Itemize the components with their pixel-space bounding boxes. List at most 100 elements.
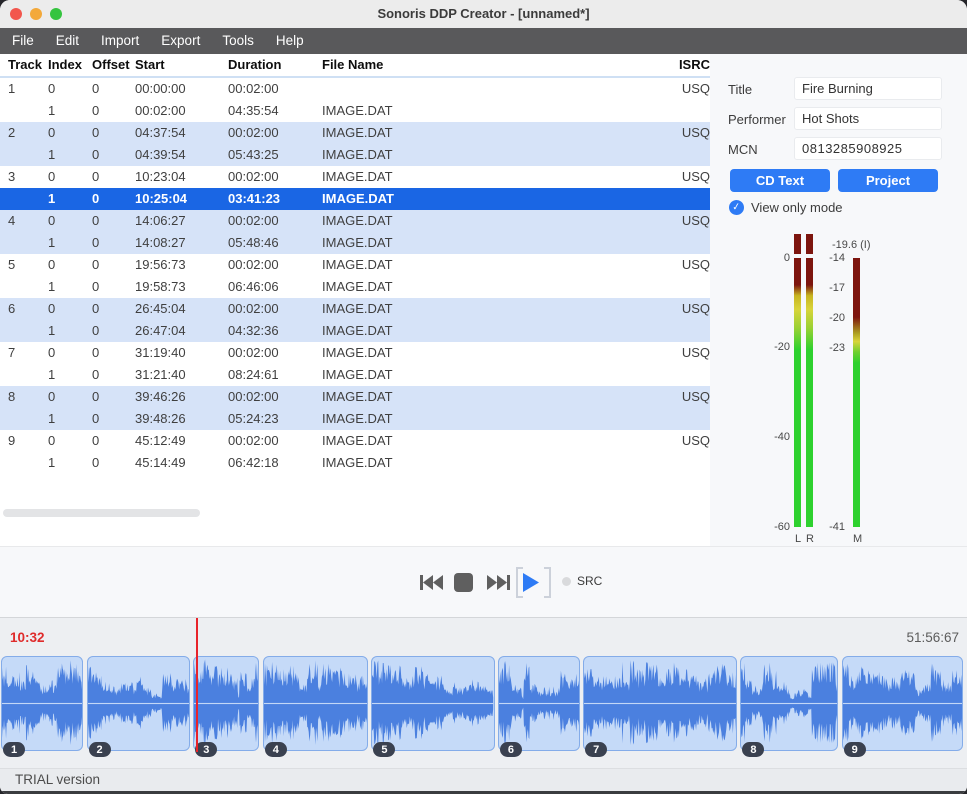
- track-number-badge: 8: [742, 742, 764, 757]
- cell-file: [322, 78, 676, 100]
- menu-tools[interactable]: Tools: [211, 28, 265, 54]
- cell-track: 8: [8, 386, 48, 408]
- cell-isrc: USQ: [676, 254, 710, 276]
- cell-start: 19:56:73: [135, 254, 228, 276]
- waveform-track-4[interactable]: 4: [263, 656, 368, 751]
- cell-isrc: USQ: [676, 298, 710, 320]
- column-header-track[interactable]: Track: [8, 54, 48, 76]
- cell-start: 14:08:27: [135, 232, 228, 254]
- table-row[interactable]: 1031:21:4008:24:61IMAGE.DAT: [0, 364, 710, 386]
- table-row[interactable]: 1000:02:0004:35:54IMAGE.DAT: [0, 100, 710, 122]
- previous-track-button[interactable]: [420, 575, 443, 590]
- cell-isrc: USQ: [676, 430, 710, 452]
- table-row[interactable]: 50019:56:7300:02:00IMAGE.DATUSQ: [0, 254, 710, 276]
- menu-file[interactable]: File: [1, 28, 45, 54]
- table-row[interactable]: 80039:46:2600:02:00IMAGE.DATUSQ: [0, 386, 710, 408]
- cell-track: 3: [8, 166, 48, 188]
- cell-file: IMAGE.DAT: [322, 166, 676, 188]
- playhead-line[interactable]: [196, 618, 198, 752]
- column-header-filename[interactable]: File Name: [322, 54, 676, 76]
- cell-track: 9: [8, 430, 48, 452]
- cell-offset: 0: [92, 254, 135, 276]
- table-row[interactable]: 1014:08:2705:48:46IMAGE.DAT: [0, 232, 710, 254]
- table-row[interactable]: 20004:37:5400:02:00IMAGE.DATUSQ: [0, 122, 710, 144]
- waveform-blocks: 123456789: [0, 618, 967, 768]
- zoom-button[interactable]: [50, 8, 62, 20]
- waveform-track-3[interactable]: 3: [193, 656, 259, 751]
- cell-file: IMAGE.DAT: [322, 364, 676, 386]
- cell-file: IMAGE.DAT: [322, 188, 676, 210]
- column-header-isrc[interactable]: ISRC: [676, 54, 710, 76]
- cell-file: IMAGE.DAT: [322, 144, 676, 166]
- play-button[interactable]: [523, 573, 539, 592]
- clip-indicator-right: [806, 234, 813, 254]
- table-row[interactable]: 40014:06:2700:02:00IMAGE.DATUSQ: [0, 210, 710, 232]
- cell-offset: 0: [92, 122, 135, 144]
- cell-index: 0: [48, 210, 92, 232]
- table-row[interactable]: 1019:58:7306:46:06IMAGE.DAT: [0, 276, 710, 298]
- lr-tick: 0: [760, 252, 790, 264]
- column-header-index[interactable]: Index: [48, 54, 92, 76]
- cell-track: 6: [8, 298, 48, 320]
- horizontal-scrollbar[interactable]: [3, 509, 200, 517]
- cell-offset: 0: [92, 144, 135, 166]
- waveform-track-5[interactable]: 5: [371, 656, 494, 751]
- table-row[interactable]: 60026:45:0400:02:00IMAGE.DATUSQ: [0, 298, 710, 320]
- cell-index: 0: [48, 122, 92, 144]
- cell-file: IMAGE.DAT: [322, 122, 676, 144]
- next-track-button[interactable]: [487, 575, 510, 590]
- table-row[interactable]: 1010:25:0403:41:23IMAGE.DAT: [0, 188, 710, 210]
- cell-isrc: [676, 100, 710, 122]
- menu-export[interactable]: Export: [150, 28, 211, 54]
- waveform-track-2[interactable]: 2: [87, 656, 190, 751]
- status-bar: TRIAL version: [0, 768, 967, 794]
- table-row[interactable]: 1026:47:0404:32:36IMAGE.DAT: [0, 320, 710, 342]
- src-toggle[interactable]: SRC: [562, 574, 602, 588]
- menu-help[interactable]: Help: [265, 28, 315, 54]
- cell-duration: 05:43:25: [228, 144, 322, 166]
- cell-duration: 00:02:00: [228, 122, 322, 144]
- waveform-track-7[interactable]: 7: [583, 656, 737, 751]
- cell-index: 1: [48, 100, 92, 122]
- cell-track: 5: [8, 254, 48, 276]
- column-header-start[interactable]: Start: [135, 54, 228, 76]
- cell-index: 1: [48, 408, 92, 430]
- waveform-track-8[interactable]: 8: [740, 656, 838, 751]
- column-header-offset[interactable]: Offset: [92, 54, 135, 76]
- cell-isrc: [676, 408, 710, 430]
- table-header: Track Index Offset Start Duration File N…: [0, 54, 710, 78]
- table-row[interactable]: 1039:48:2605:24:23IMAGE.DAT: [0, 408, 710, 430]
- cell-index: 0: [48, 298, 92, 320]
- cell-start: 39:46:26: [135, 386, 228, 408]
- track-number-badge: 6: [500, 742, 522, 757]
- window-title: Sonoris DDP Creator - [unnamed*]: [0, 0, 967, 28]
- level-meters: -19.6 (I) 0 -20 -40 -60 -14 -17 -20 -23 …: [710, 54, 967, 546]
- cell-offset: 0: [92, 298, 135, 320]
- column-header-duration[interactable]: Duration: [228, 54, 322, 76]
- cell-file: IMAGE.DAT: [322, 408, 676, 430]
- cell-index: 1: [48, 320, 92, 342]
- minimize-button[interactable]: [30, 8, 42, 20]
- table-row[interactable]: 1004:39:5405:43:25IMAGE.DAT: [0, 144, 710, 166]
- stop-button[interactable]: [454, 573, 473, 592]
- cell-index: 0: [48, 430, 92, 452]
- cell-index: 1: [48, 144, 92, 166]
- table-row[interactable]: 70031:19:4000:02:00IMAGE.DATUSQ: [0, 342, 710, 364]
- close-button[interactable]: [10, 8, 22, 20]
- table-row[interactable]: 90045:12:4900:02:00IMAGE.DATUSQ: [0, 430, 710, 452]
- cell-index: 1: [48, 452, 92, 474]
- table-row[interactable]: 10000:00:0000:02:00USQ: [0, 78, 710, 100]
- waveform-track-1[interactable]: 1: [1, 656, 83, 751]
- app-window: Sonoris DDP Creator - [unnamed*] FileEdi…: [0, 0, 967, 794]
- table-row[interactable]: 30010:23:0400:02:00IMAGE.DATUSQ: [0, 166, 710, 188]
- cell-start: 26:45:04: [135, 298, 228, 320]
- menu-edit[interactable]: Edit: [45, 28, 90, 54]
- waveform-track-6[interactable]: 6: [498, 656, 580, 751]
- table-row[interactable]: 1045:14:4906:42:18IMAGE.DAT: [0, 452, 710, 474]
- cell-isrc: USQ: [676, 78, 710, 100]
- menu-import[interactable]: Import: [90, 28, 150, 54]
- play-focus-bracket: [544, 567, 551, 598]
- waveform-track-9[interactable]: 9: [842, 656, 964, 751]
- m-tick: -41: [805, 521, 845, 533]
- cell-offset: 0: [92, 100, 135, 122]
